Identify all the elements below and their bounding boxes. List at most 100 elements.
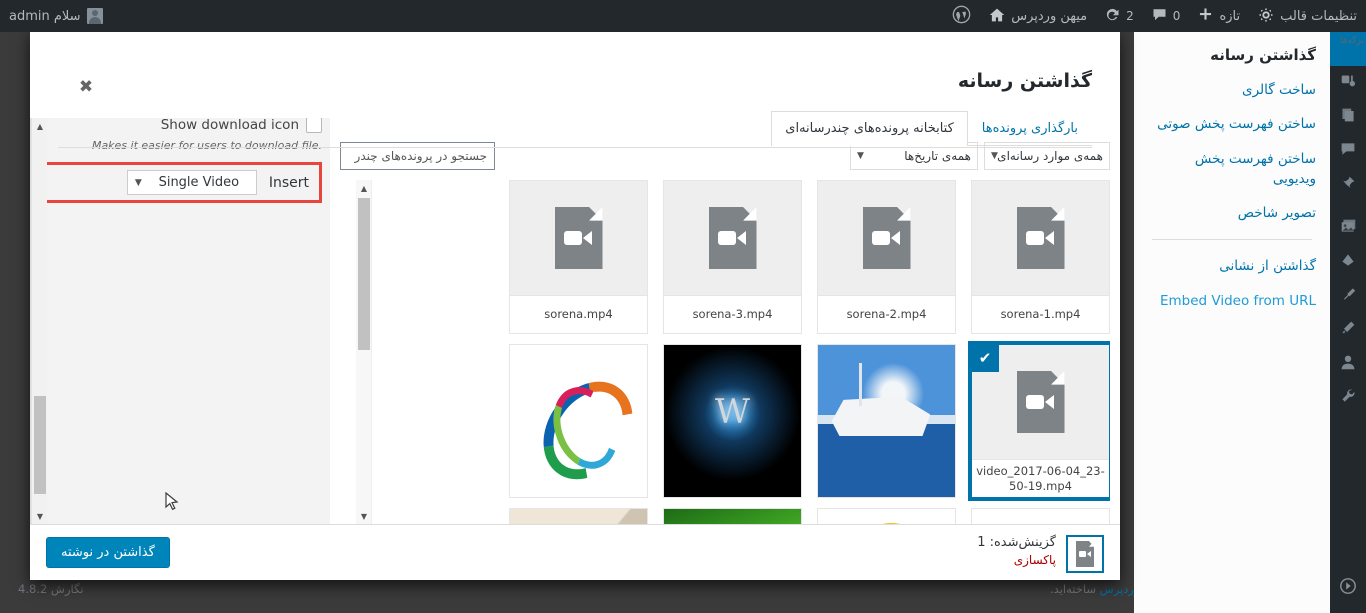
admin-bar-new-content[interactable]: تازه <box>1189 0 1249 32</box>
attachment-thumbnail <box>510 345 647 497</box>
sidebar-item-tools[interactable] <box>1330 313 1366 347</box>
download-help-text: Makes it easier for users to download fi… <box>91 139 322 153</box>
wrench-icon <box>1340 388 1356 408</box>
media-grid: ▼ همه‌ی موارد رسانه‌ای ▼ همه‌ی تاریخ‌ها … <box>330 118 1120 524</box>
attachment-item[interactable]: sorena.mp4 <box>509 180 648 334</box>
attachment-item[interactable] <box>971 508 1110 524</box>
attachment-item[interactable] <box>663 344 802 498</box>
home-icon <box>989 7 1005 26</box>
attachment-image <box>510 509 647 524</box>
show-download-icon-checkbox[interactable] <box>306 118 322 134</box>
check-icon[interactable]: ✔ <box>971 344 999 372</box>
sidebar-item-pinned[interactable] <box>1330 168 1366 202</box>
sidebar-item-users[interactable] <box>1330 347 1366 381</box>
media-upload-modal: ✖ گذاشتن رسانه بارگذاری پرونده‌ها کتابخا… <box>30 30 1120 580</box>
insert-controls-group: Insert ▼ Single Video <box>42 162 322 204</box>
collapse-menu-button[interactable]: جمع کردن فهرست <box>1241 571 1366 605</box>
attachment-item[interactable]: sorena-3.mp4 <box>663 180 802 334</box>
attachment-image <box>972 509 1109 524</box>
action-create-audio-playlist[interactable]: ساختن فهرست پخش صوتی <box>1148 114 1316 134</box>
admin-bar-new-label: تازه <box>1219 8 1241 24</box>
scroll-up-icon[interactable]: ▲ <box>356 180 372 196</box>
tabs-rule <box>58 147 1092 148</box>
attachment-item[interactable]: sorena-1.mp4 <box>971 180 1110 334</box>
attachment-item[interactable] <box>509 344 648 498</box>
mouse-cursor-icon <box>165 491 179 512</box>
wordpress-icon <box>952 5 971 27</box>
video-file-icon <box>1016 371 1065 433</box>
attachment-item[interactable]: video_2017-06-04_23-50-19.mp4 ✔ <box>968 341 1110 501</box>
plug-icon <box>1340 286 1356 306</box>
posts-icon <box>1340 107 1356 127</box>
action-featured-image[interactable]: تصویر شاخص <box>1148 203 1316 223</box>
scroll-down-icon[interactable]: ▼ <box>32 508 48 524</box>
sidebar-item-plugins[interactable] <box>1330 279 1366 313</box>
sidebar-item-settings[interactable] <box>1330 381 1366 415</box>
media-grid-scrollbar[interactable]: ▲ ▼ <box>356 180 372 524</box>
sidebar-item-gallery[interactable] <box>1330 211 1366 245</box>
avatar <box>86 8 103 24</box>
sidebar-item-comments[interactable] <box>1330 134 1366 168</box>
attachment-filename: sorena-2.mp4 <box>818 295 955 333</box>
comment-icon <box>1340 141 1356 161</box>
close-icon[interactable]: ✖ <box>70 72 102 102</box>
video-file-icon <box>554 207 603 269</box>
attachment-details-content: [ WEBM Choose from Library [ WEBM VP9 Ch… <box>42 118 322 204</box>
sidebar-item-posts[interactable] <box>1330 100 1366 134</box>
scrollbar-thumb[interactable] <box>358 198 370 350</box>
action-create-gallery[interactable]: ساخت گالری <box>1148 80 1316 100</box>
media-actions-list: ساخت گالری ساختن فهرست پخش صوتی ساختن فه… <box>1148 80 1316 311</box>
attachment-image <box>664 509 801 524</box>
media-icon <box>1340 73 1357 94</box>
attachment-item[interactable] <box>817 344 956 498</box>
admin-bar-site-name[interactable]: میهن وردپرس <box>980 0 1096 32</box>
sidebar-item-media[interactable] <box>1330 66 1366 100</box>
attachment-filename: sorena-3.mp4 <box>664 295 801 333</box>
tab-media-library[interactable]: کتابخانه پرونده‌های چندرسانه‌ای <box>771 111 968 146</box>
admin-bar-wp-logo[interactable] <box>943 0 980 32</box>
admin-bar-comments[interactable]: 0 <box>1143 0 1190 32</box>
insert-into-post-button[interactable]: گذاشتن در نوشته <box>46 537 170 568</box>
selection-texts: گزینش‌شده: 1 پاکسازی <box>977 535 1056 567</box>
scroll-down-icon[interactable]: ▼ <box>356 508 372 524</box>
embed-type-select[interactable]: ▼ Single Video <box>126 170 257 196</box>
video-file-icon <box>862 207 911 269</box>
media-grid-scroll-area[interactable]: sorena-1.mp4 sorena-2.mp4 sorena-3.mp4 sore… <box>356 180 1110 524</box>
attachment-thumbnail <box>510 181 647 295</box>
action-create-video-playlist[interactable]: ساختن فهرست پخش ویدیویی <box>1148 149 1316 190</box>
tab-upload-files[interactable]: بارگذاری پرونده‌ها <box>968 111 1092 146</box>
selection-summary: گزینش‌شده: 1 پاکسازی <box>977 535 1104 573</box>
admin-bar-left: سلام admin <box>0 0 112 32</box>
scrollbar-thumb[interactable] <box>34 396 46 494</box>
action-embed-video-from-url[interactable]: Embed Video from URL <box>1148 291 1316 311</box>
gear-icon <box>1258 7 1274 26</box>
page-root: سپاسگزاریم از اینکه سایت خود را با وردپر… <box>0 0 1366 613</box>
chevron-down-icon: ▼ <box>991 151 998 161</box>
modal-title: گذاشتن رسانه <box>957 70 1092 92</box>
clear-selection-button[interactable]: پاکسازی <box>977 553 1056 567</box>
admin-bar-updates[interactable]: 2 <box>1096 0 1143 32</box>
sidebar-item-pages[interactable]: برگه‌ها <box>1330 32 1366 66</box>
attachment-item[interactable] <box>509 508 648 524</box>
embed-type-select-value: Single Video <box>158 175 240 191</box>
selected-attachment-thumbnail[interactable] <box>1066 535 1104 573</box>
modal-footer: گذاشتن در نوشته گزینش‌شده: 1 پاکسازی <box>30 524 1120 580</box>
action-insert-from-url[interactable]: گذاشتن از نشانی <box>1148 256 1316 276</box>
user-icon <box>1340 354 1356 374</box>
media-grid-items: sorena-1.mp4 sorena-2.mp4 sorena-3.mp4 sore… <box>356 180 1110 524</box>
admin-bar-howdy[interactable]: سلام admin <box>0 0 112 32</box>
admin-bar-right: تنظیمات قالب تازه 0 2 میهن وردپرس <box>943 0 1366 32</box>
attachment-thumbnail <box>664 181 801 295</box>
attachment-item[interactable]: sorena-2.mp4 <box>817 180 956 334</box>
scroll-up-icon[interactable]: ▲ <box>32 118 48 134</box>
attachment-item[interactable] <box>663 508 802 524</box>
insert-button[interactable]: Insert <box>265 175 313 191</box>
modal-tabs: بارگذاری پرونده‌ها کتابخانه پرونده‌های چ… <box>771 110 1092 146</box>
sidebar-item-appearance[interactable] <box>1330 245 1366 279</box>
chevron-down-icon: ▼ <box>134 178 142 189</box>
attachment-thumbnail <box>972 509 1109 524</box>
attachment-details-scrollbar[interactable]: ▲ ▼ <box>31 118 47 524</box>
admin-bar-howdy-label: سلام admin <box>9 8 81 24</box>
admin-bar-theme-settings[interactable]: تنظیمات قالب <box>1249 0 1366 32</box>
attachment-item[interactable] <box>817 508 956 524</box>
